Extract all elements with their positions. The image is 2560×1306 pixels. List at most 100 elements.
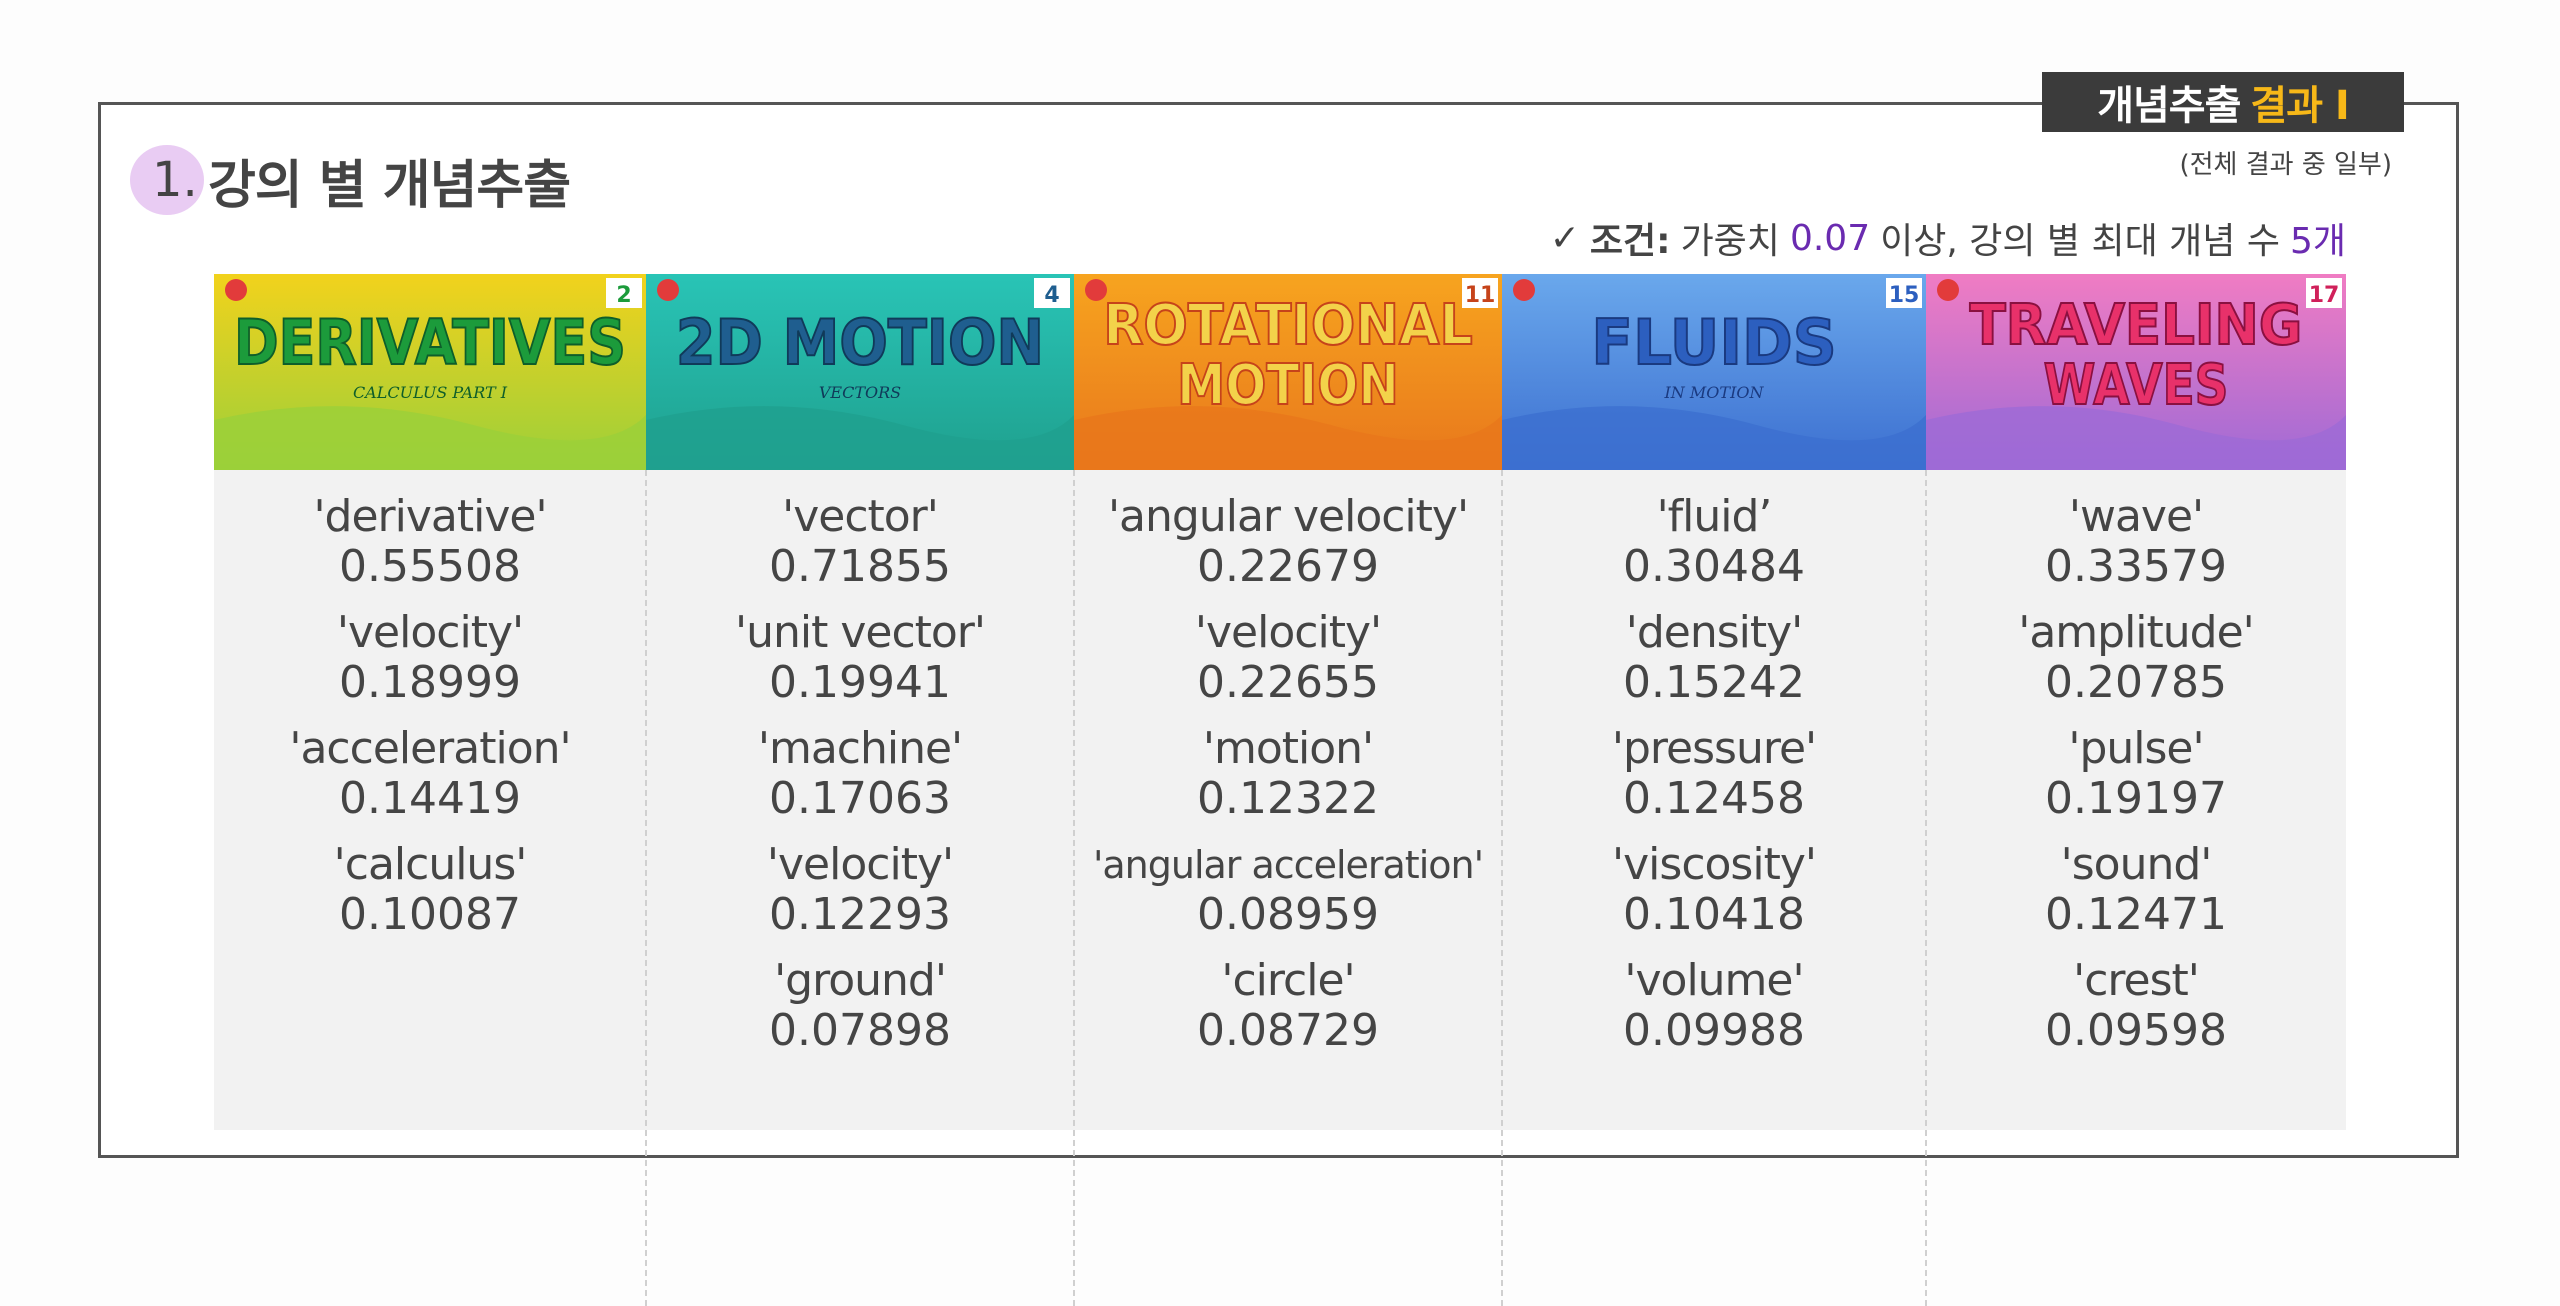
episode-number: 15: [1889, 283, 1920, 308]
concept-term: 'calculus': [333, 839, 528, 890]
lecture-thumbnail[interactable]: 15 FLUIDS IN MOTION: [1502, 274, 1926, 470]
concept-item: 'volume' 0.09988: [1502, 956, 1926, 1056]
lecture-thumbnail[interactable]: 17 TRAVELING WAVES: [1926, 274, 2346, 470]
concept-term: 'unit vector': [735, 607, 986, 658]
concept-term: 'angular velocity': [1107, 491, 1469, 542]
thumbnail-subtitle: VECTORS: [819, 383, 901, 402]
concept-term: 'machine': [757, 723, 963, 774]
thumbnail-art: 17TRAVELINGWAVES: [1926, 274, 2346, 470]
thumbnail-title: DERIVATIVES: [234, 306, 626, 379]
concept-weight: 0.55508: [339, 541, 521, 592]
episode-number: 4: [1044, 283, 1059, 308]
concept-item: 'density' 0.15242: [1502, 608, 1926, 708]
lecture-column: 17 TRAVELING WAVES 'wave' 0.33579 'amplitude'…: [1926, 274, 2346, 1130]
concept-term: 'wave': [2068, 491, 2204, 542]
concept-weight: 0.08959: [1197, 889, 1379, 940]
concept-weight: 0.22655: [1197, 657, 1379, 708]
concept-term: 'acceleration': [289, 723, 571, 774]
concept-list: 'angular velocity' 0.22679'velocity' 0.226…: [1074, 492, 1502, 1072]
concept-weight: 0.09598: [2045, 1005, 2227, 1056]
episode-number: 17: [2309, 283, 2340, 308]
concept-weight: 0.09988: [1623, 1005, 1805, 1056]
concept-item: 'vector' 0.71855: [646, 492, 1074, 592]
concept-term: 'fluid’: [1656, 491, 1773, 542]
thumbnail-title: MOTION: [1177, 353, 1399, 418]
concept-item: 'pressure' 0.12458: [1502, 724, 1926, 824]
condition-count: 5개: [2289, 221, 2346, 262]
concept-weight: 0.12471: [2045, 889, 2227, 940]
concept-item: 'machine' 0.17063: [646, 724, 1074, 824]
concept-weight: 0.22679: [1197, 541, 1379, 592]
concept-weight: 0.30484: [1623, 541, 1805, 592]
concept-list: 'fluid’ 0.30484 'density' 0.15242 'pressure'…: [1502, 492, 1926, 1072]
thumbnail-art: 11ROTATIONALMOTION: [1074, 274, 1502, 470]
lecture-grid: 2 DERIVATIVES CALCULUS PART I'derivative' 0…: [214, 274, 2346, 1306]
concept-term: 'velocity': [766, 839, 954, 890]
concept-item: 'acceleration' 0.14419: [214, 724, 646, 824]
lecture-column: 4 2D MOTION VECTORS 'vector' 0.71855 'unit ve…: [646, 274, 1075, 1306]
concept-item: 'velocity' 0.12293: [646, 840, 1074, 940]
thumbnail-art: 42D MOTION VECTORS: [646, 274, 1074, 470]
concept-item: 'fluid’ 0.30484: [1502, 492, 1926, 592]
section-number: 1.: [130, 145, 204, 215]
thumbnail-title: FLUIDS: [1591, 306, 1837, 379]
thumbnail-art: 2DERIVATIVES CALCULUS PART I: [214, 274, 646, 470]
concept-item: 'ground' 0.07898: [646, 956, 1074, 1056]
lecture-column: 15 FLUIDS IN MOTION 'fluid’ 0.30484 'density'…: [1502, 274, 1927, 1306]
badge-text: 개념추출: [2097, 83, 2241, 129]
concept-item: 'crest' 0.09598: [1926, 956, 2346, 1056]
episode-number: 2: [616, 283, 631, 308]
concept-list: 'wave' 0.33579'amplitude' 0.20785'pulse' 0.…: [1926, 492, 2346, 1072]
lecture-thumbnail[interactable]: 11 ROTATIONAL MOTION: [1074, 274, 1502, 470]
concept-item: 'angular acceleration' 0.08959: [1074, 840, 1502, 940]
concept-weight: 0.19197: [2045, 773, 2227, 824]
concept-item: 'angular velocity' 0.22679: [1074, 492, 1502, 592]
thumbnail-title: WAVES: [2044, 353, 2229, 418]
concept-term: 'pulse': [2068, 723, 2204, 774]
concept-weight: 0.12458: [1623, 773, 1805, 824]
lecture-thumbnail[interactable]: 4 2D MOTION VECTORS: [646, 274, 1074, 470]
condition-part1: 가중치: [1680, 221, 1780, 262]
condition-part2: 이상, 강의 별 최대 개념 수: [1880, 221, 2280, 262]
concept-weight: 0.07898: [769, 1005, 951, 1056]
concept-term: 'pressure': [1611, 723, 1817, 774]
concept-weight: 0.14419: [339, 773, 521, 824]
concept-item: 'velocity' 0.22655: [1074, 608, 1502, 708]
concept-item: 'wave' 0.33579: [1926, 492, 2346, 592]
concept-item: 'calculus' 0.10087: [214, 840, 646, 940]
concept-weight: 0.71855: [769, 541, 951, 592]
subnote: (전체 결과 중 일부): [2179, 150, 2392, 180]
concept-item: 'derivative' 0.55508: [214, 492, 646, 592]
condition-line: ✓ 조건: 가중치 0.07 이상, 강의 별 최대 개념 수 5개: [1550, 212, 2346, 264]
concept-list: 'vector' 0.71855 'unit vector' 0.19941 'mach…: [646, 492, 1074, 1072]
thumbnail-title: 2D MOTION: [676, 306, 1044, 379]
concept-term: 'ground': [774, 955, 947, 1006]
condition-label: 조건:: [1589, 221, 1671, 262]
concept-term: 'derivative': [313, 491, 547, 542]
concept-weight: 0.10087: [339, 889, 521, 940]
concept-term: 'vector': [782, 491, 939, 542]
concept-item: 'sound' 0.12471: [1926, 840, 2346, 940]
concept-term: 'crest': [2073, 955, 2200, 1006]
concept-weight: 0.33579: [2045, 541, 2227, 592]
concept-term: 'circle': [1221, 955, 1355, 1006]
concept-term: 'velocity': [336, 607, 524, 658]
lecture-column: 11 ROTATIONAL MOTION'angular velocity' 0.22…: [1074, 274, 1503, 1306]
concept-term: 'motion': [1202, 723, 1374, 774]
result-badge: 개념추출 결과 I: [2042, 72, 2404, 132]
concept-item: 'viscosity' 0.10418: [1502, 840, 1926, 940]
concept-item: 'circle' 0.08729: [1074, 956, 1502, 1056]
lecture-thumbnail[interactable]: 2 DERIVATIVES CALCULUS PART I: [214, 274, 646, 470]
thumbnail-subtitle: IN MOTION: [1663, 383, 1764, 402]
concept-term: 'amplitude': [2018, 607, 2255, 658]
thumbnail-subtitle: CALCULUS PART I: [353, 383, 508, 402]
concept-weight: 0.15242: [1623, 657, 1805, 708]
concept-term: 'velocity': [1194, 607, 1382, 658]
concept-weight: 0.10418: [1623, 889, 1805, 940]
thumbnail-title: TRAVELING: [1970, 293, 2303, 358]
concept-item: 'pulse' 0.19197: [1926, 724, 2346, 824]
concept-term: 'volume': [1624, 955, 1804, 1006]
concept-weight: 0.19941: [769, 657, 951, 708]
concept-item: 'motion' 0.12322: [1074, 724, 1502, 824]
thumbnail-art: 15 FLUIDS IN MOTION: [1502, 274, 1926, 470]
